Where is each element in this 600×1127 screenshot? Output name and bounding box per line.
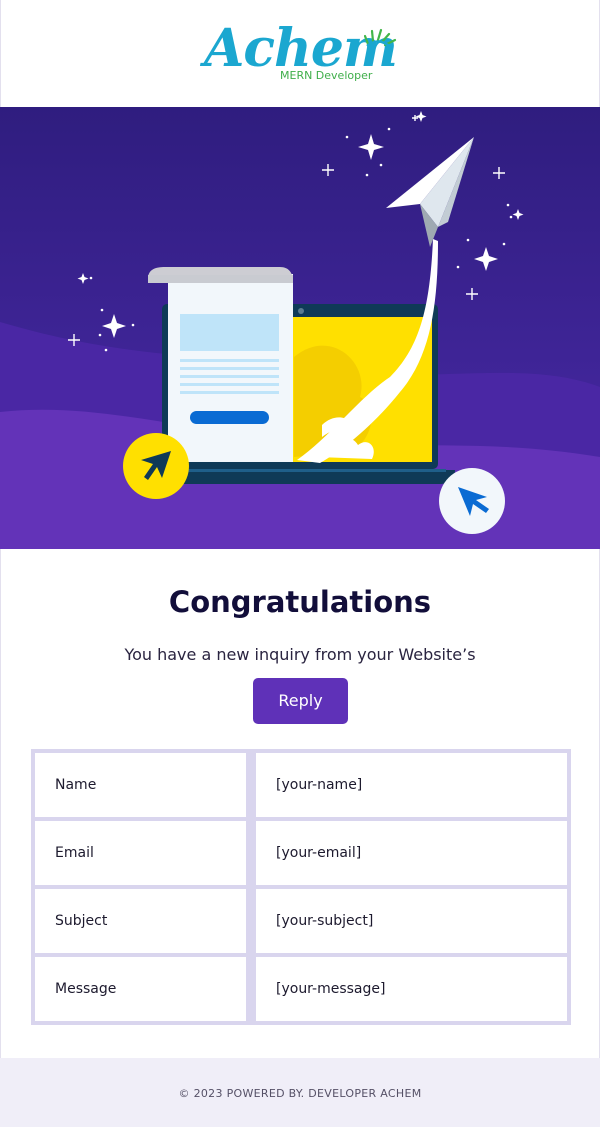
table-label-cell: Name — [35, 753, 246, 817]
footer-copyright: © 2023 POWERED BY. DEVELOPER ACHEM — [178, 1087, 422, 1100]
row-label-subject: Subject — [55, 913, 108, 929]
inquiry-table: Name [your-name] Email [your-email] Subj… — [31, 749, 571, 1025]
email-page: Achem MERN Developer Congratulations You… — [0, 0, 600, 1127]
hero-svg — [0, 107, 600, 549]
row-label-message: Message — [55, 981, 117, 997]
row-value-subject: [your-subject] — [276, 913, 374, 929]
table-label-cell: Email — [35, 821, 246, 885]
page-title: Congratulations — [168, 585, 432, 619]
table-value-cell: [your-name] — [256, 753, 567, 817]
header: Achem MERN Developer — [0, 0, 600, 107]
table-value-cell: [your-message] — [256, 957, 567, 1021]
row-value-name: [your-name] — [276, 777, 363, 793]
hero-illustration — [0, 107, 600, 549]
cursor-white-icon — [439, 468, 505, 534]
cursor-yellow-icon — [123, 433, 189, 499]
document — [148, 267, 293, 462]
footer: © 2023 POWERED BY. DEVELOPER ACHEM — [0, 1058, 600, 1127]
table-label-cell: Subject — [35, 889, 246, 953]
logo-tagline: MERN Developer — [280, 69, 373, 82]
row-label-email: Email — [55, 845, 94, 861]
table-value-cell: [your-email] — [256, 821, 567, 885]
inquiry-message: You have a new inquiry from your Website… — [124, 645, 476, 664]
row-value-email: [your-email] — [276, 845, 362, 861]
table-value-cell: [your-subject] — [256, 889, 567, 953]
reply-button[interactable]: Reply — [253, 678, 348, 724]
brand-logo[interactable]: Achem MERN Developer — [200, 18, 400, 90]
table-label-cell: Message — [35, 957, 246, 1021]
row-value-message: [your-message] — [276, 981, 386, 997]
logo-sparkle-icon — [364, 28, 397, 47]
row-label-name: Name — [55, 777, 97, 793]
